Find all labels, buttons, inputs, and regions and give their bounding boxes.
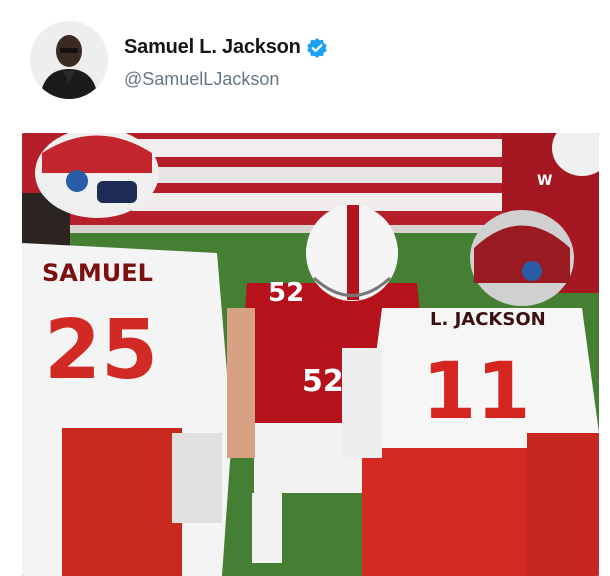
avatar[interactable] [30,21,108,99]
tweet-card: Samuel L. Jackson @SamuelLJackson SAMUEL… [0,0,610,576]
display-name[interactable]: Samuel L. Jackson [124,36,301,59]
jersey-number-11: 11 [422,347,531,437]
helmet-logo-w: W [537,173,552,189]
person-portrait-icon [30,21,108,99]
jersey-number-52: 52 [302,364,344,399]
jersey-shoulder-number-52: 52 [268,278,304,308]
author-name-row: Samuel L. Jackson [124,36,328,59]
jersey-name-ljackson: L. JACKSON [430,309,546,330]
user-handle[interactable]: @SamuelLJackson [124,69,279,90]
jersey-number-25: 25 [44,303,158,398]
jersey-name-samuel: SAMUEL [42,259,153,287]
tweet-media-image[interactable]: SAMUEL 25 52 52 W L. JACKSON 11 [22,133,599,576]
verified-badge-icon [306,37,328,59]
